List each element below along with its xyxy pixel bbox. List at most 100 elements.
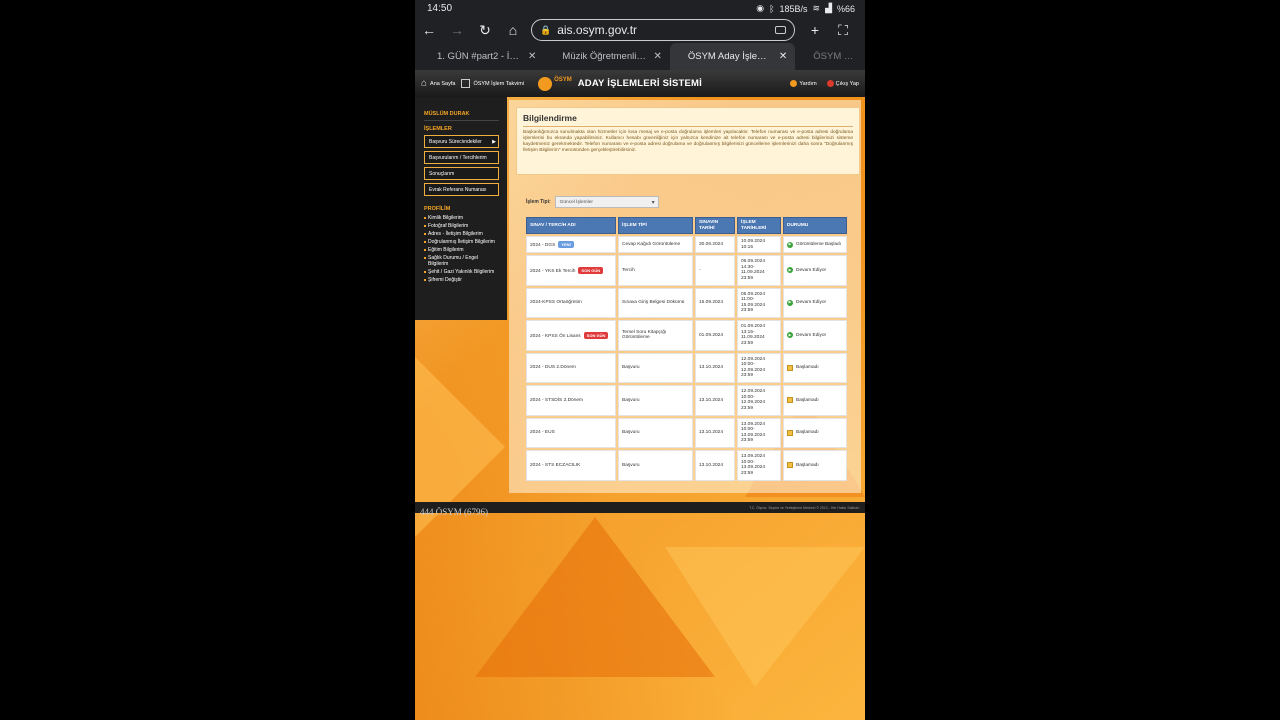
status-badge: Başlamadı — [787, 397, 843, 404]
sidebar-link-fotograf[interactable]: Fotoğraf Bilgilerim — [424, 223, 499, 229]
process-dates-cell: 13.09.2024 10:00- 13.09.2024 23:59 — [737, 450, 781, 481]
process-type-cell[interactable]: Temel Soru Kitapçığı Görüntüleme — [618, 320, 693, 351]
process-type-cell[interactable]: Tercih — [618, 255, 693, 286]
tab-3-active[interactable]: ÖSYM Aday İşlemle... ✕ — [669, 43, 796, 70]
sidebar-link-sifre[interactable]: Şifremi Değiştir — [424, 277, 499, 283]
tab-1[interactable]: 1. GÜN #part2 - İn... ✕ — [419, 43, 544, 70]
sidebar-button-basvurularim[interactable]: Başvurularım / Tercihlerim — [424, 151, 499, 164]
play-status-icon: ▶ — [787, 299, 793, 306]
wifi-icon: ≋ — [812, 3, 821, 13]
status-cell: ▶ Devam Ediyor — [783, 320, 847, 351]
house-icon: ⌂ — [421, 78, 428, 89]
close-icon[interactable]: ✕ — [528, 51, 536, 62]
page-options-icon[interactable] — [775, 26, 786, 34]
help-label: Yardım — [799, 80, 817, 87]
last-day-badge: SON GÜN — [578, 266, 604, 274]
exam-name-cell-text: 2024 - EUS — [530, 430, 555, 436]
logout-link[interactable]: Çıkış Yap — [826, 80, 859, 87]
sidebar-link-egitim[interactable]: Eğitim Bilgilerim — [424, 247, 499, 253]
exam-name-cell[interactable]: 2024 - STS ECZACILIK — [526, 450, 616, 481]
exam-name-cell[interactable]: 2024 - STSDİS 2.Dönem — [526, 385, 616, 416]
table-row[interactable]: 2024 - STSDİS 2.Dönem Başvuru 13.10.2024 12… — [526, 385, 847, 416]
bluetooth-icon: ᛒ — [769, 3, 775, 14]
calendar-label: ÖSYM İşlem Takvimi — [473, 80, 525, 87]
sidebar-button-basvuru-surecindekiler[interactable]: Başvuru Süreciındekiler — [424, 135, 499, 148]
exam-date-cell: 13.10.2024 — [695, 352, 735, 383]
sidebar-button-evrak-referans[interactable]: Evrak Referans Numarası — [424, 183, 499, 196]
status-cell: ▶ Görüntüleme Başladı — [783, 236, 847, 253]
process-type-cell[interactable]: Cevap Kağıdı Görüntüleme — [618, 236, 693, 253]
process-type-cell-text: Cevap Kağıdı Görüntüleme — [622, 241, 681, 247]
tab-2[interactable]: Müzik Öğretmenliğ... ✕ — [544, 43, 669, 70]
exam-name-cell[interactable]: 2024 - KPSS Ön Lisans SON GÜN — [526, 320, 616, 351]
status-text: Başlamadı — [796, 462, 819, 468]
exam-date-cell: 13.10.2024 — [695, 385, 735, 416]
process-dates-cell: 05.09.2024 11:00- 15.09.2024 23:59 — [737, 287, 781, 318]
table-row[interactable]: 2024 - DGS YENİ Cevap Kağıdı Görüntüleme 30… — [526, 236, 847, 253]
address-bar[interactable]: 🔒 ais.osym.gov.tr — [531, 19, 795, 41]
sidebar-button-sonuclarim[interactable]: Sonuçlarım — [424, 167, 499, 180]
calendar-link[interactable]: ÖSYM İşlem Takvimi — [461, 79, 524, 88]
table-row[interactable]: 2024 - DUS 2.Dönem Başvuru 13.10.2024 12.09… — [526, 352, 847, 383]
table-row[interactable]: 2024-KPSS Ortaöğretim Sınava Giriş Belges… — [526, 287, 847, 318]
table-row[interactable]: 2024 - YKS Ek Tercih SON GÜN Tercih - 06.09.… — [526, 255, 847, 286]
url-text: ais.osym.gov.tr — [557, 23, 638, 37]
applications-table: SINAV / TERCİH ADI İŞLEM TİPİ SINAVIN TA… — [524, 215, 849, 483]
islem-tipi-select[interactable]: Güncel İşlemler — [554, 196, 659, 208]
help-link[interactable]: Yardım — [790, 80, 817, 87]
lock-icon: 🔒 — [540, 24, 552, 35]
table-row[interactable]: 2024 - STS ECZACILIK Başvuru 13.10.2024 13.… — [526, 450, 847, 481]
process-dates-cell-text: 05.09.2024 11:00- 15.09.2024 23:59 — [741, 291, 766, 314]
tab-overview-icon[interactable]: ⛶ — [829, 17, 857, 43]
exam-name-cell[interactable]: 2024-KPSS Ortaöğretim — [526, 287, 616, 318]
column-header: İŞLEM TİPİ — [618, 217, 693, 234]
exam-name-cell-text: 2024 - DGS — [530, 242, 556, 248]
close-icon[interactable]: ✕ — [653, 51, 661, 62]
exam-name-cell[interactable]: 2024 - YKS Ek Tercih SON GÜN — [526, 255, 616, 286]
back-icon[interactable]: ← — [415, 17, 443, 43]
sidebar: MÜSLÜM DURAK İŞLEMLER Başvuru Süreciınde… — [415, 97, 507, 320]
sidebar-link-kimlik[interactable]: Kimlik Bilgilerim — [424, 215, 499, 221]
process-type-cell[interactable]: Başvuru — [618, 450, 693, 481]
sidebar-link-sehit-gazi[interactable]: Şehit / Gazi Yakınlık Bilgilerim — [424, 269, 499, 275]
new-tab-icon[interactable]: + — [801, 17, 829, 43]
process-type-cell-text: Başvuru — [622, 397, 640, 403]
process-type-cell-text: Temel Soru Kitapçığı Görüntüleme — [622, 329, 667, 341]
table-row[interactable]: 2024 - EUS Başvuru 13.10.2024 13.09.2024 10… — [526, 417, 847, 448]
status-bar: 14:50 ◉ ᛒ 185B/s ≋ ▟ %66 — [415, 0, 865, 17]
table-row[interactable]: 2024 - KPSS Ön Lisans SON GÜN Temel Soru K… — [526, 320, 847, 351]
status-badge: ▶ Devam Ediyor — [787, 332, 843, 339]
site-title: ADAY İŞLEMLERİ SİSTEMİ — [577, 78, 702, 89]
site-brand[interactable]: ÖSYM ADAY İŞLEMLERİ SİSTEMİ — [538, 76, 702, 91]
table-header-row: SINAV / TERCİH ADI İŞLEM TİPİ SINAVIN TA… — [526, 217, 847, 234]
status-text: Başlamadı — [796, 397, 819, 403]
process-type-cell[interactable]: Başvuru — [618, 385, 693, 416]
reload-icon[interactable]: ↻ — [471, 17, 499, 43]
close-icon[interactable]: ✕ — [779, 51, 787, 62]
sidebar-link-saglik[interactable]: Sağlık Durumu / Engel Bilgilerim — [424, 255, 499, 268]
process-type-cell[interactable]: Başvuru — [618, 352, 693, 383]
process-type-cell[interactable]: Başvuru — [618, 417, 693, 448]
process-dates-cell-text: 12.09.2024 10:00- 12.09.2024 23:59 — [741, 389, 766, 411]
process-type-cell[interactable]: Sınava Giriş Belgesi Dökümü — [618, 287, 693, 318]
forward-icon[interactable]: → — [443, 17, 471, 43]
eye-icon: ◉ — [756, 3, 765, 13]
process-dates-cell-text: 12.09.2024 10:00- 12.09.2024 23:59 — [741, 356, 766, 379]
exam-name-cell[interactable]: 2024 - DUS 2.Dönem — [526, 352, 616, 383]
logo-word: ÖSYM — [554, 76, 572, 83]
home-icon[interactable]: ⌂ — [499, 17, 527, 43]
tab-4[interactable]: ÖSYM Sonu — [795, 43, 865, 70]
exam-name-cell[interactable]: 2024 - DGS YENİ — [526, 236, 616, 253]
status-cell: ▶ Devam Ediyor — [783, 287, 847, 318]
status-cell: Başlamadı — [783, 417, 847, 448]
exam-date-cell: 30.06.2024 — [695, 236, 735, 253]
exam-name-cell[interactable]: 2024 - EUS — [526, 417, 616, 448]
process-dates-cell: 12.09.2024 10:00- 12.09.2024 23:59 — [737, 352, 781, 383]
exam-name-cell-text: 2024 - DUS 2.Dönem — [530, 365, 576, 371]
site-header: ⌂ Ana Sayfa ÖSYM İşlem Takvimi ÖSYM ADAY… — [415, 70, 865, 97]
home-link[interactable]: ⌂ Ana Sayfa — [421, 78, 455, 89]
sidebar-link-adres[interactable]: Adres - İletişim Bilgilerim — [424, 231, 499, 237]
status-badge: ▶ Görüntüleme Başladı — [787, 241, 843, 248]
copyright: T.C. Ölçme, Seçme ve Yerleştirme Merkezi… — [749, 505, 860, 510]
sidebar-link-dogrulanmis[interactable]: Doğrulanmış İletişim Bilgilerim — [424, 239, 499, 245]
